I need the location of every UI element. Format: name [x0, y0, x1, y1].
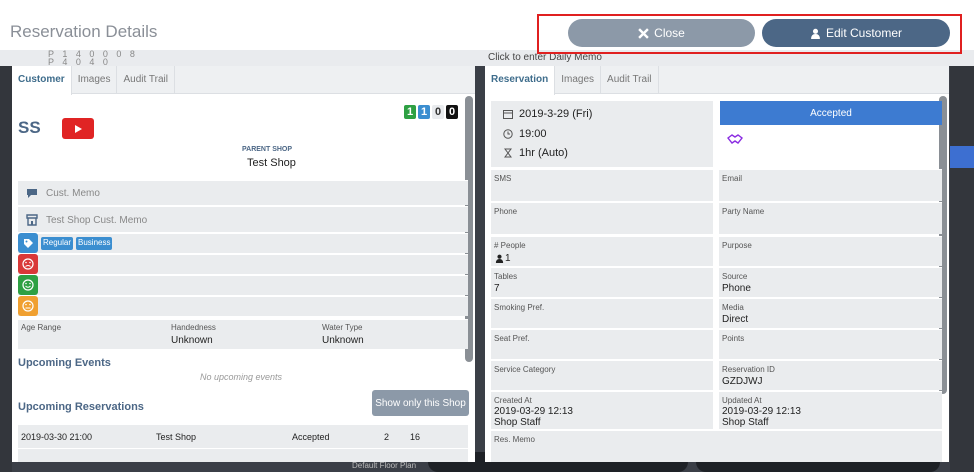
- reservation-status: Accepted: [292, 432, 330, 442]
- reservation-shop: Test Shop: [156, 432, 197, 442]
- reservation-datetime-box[interactable]: 2019-3-29 (Fri) 19:00 1hr (Auto): [491, 101, 713, 167]
- table-row: [18, 448, 468, 462]
- attributes-row: Age Range Handedness Unknown Water Type …: [18, 319, 468, 349]
- tab-reservation[interactable]: Reservation: [485, 66, 556, 95]
- status-button[interactable]: Accepted: [720, 101, 942, 125]
- table-row[interactable]: 2019-03-30 21:00 Test Shop Accepted 2 16: [18, 424, 468, 448]
- upcoming-events-title: Upcoming Events: [18, 357, 111, 369]
- phone-field[interactable]: Phone: [491, 202, 713, 234]
- show-only-shop-button[interactable]: Show only this Shop: [372, 390, 469, 416]
- speech-bubble-icon: [27, 189, 37, 198]
- close-button-label: Close: [654, 26, 685, 40]
- tag-business: Business: [76, 237, 113, 250]
- reservation-time: 19:00: [503, 128, 547, 140]
- email-field[interactable]: Email: [719, 169, 942, 201]
- counter-visits: 1: [404, 105, 416, 119]
- close-icon: [638, 27, 649, 39]
- tab-customer-images[interactable]: Images: [72, 66, 118, 93]
- happy-face-icon[interactable]: [18, 275, 38, 295]
- updated-at-field: Updated At 2019-03-29 12:13 Shop Staff: [719, 391, 942, 429]
- page-title: Reservation Details: [10, 22, 158, 41]
- customer-initials: SS: [18, 118, 41, 137]
- purpose-field[interactable]: Purpose: [719, 236, 942, 266]
- neutral-rating-row: [18, 296, 468, 316]
- play-icon: [75, 124, 82, 133]
- parent-shop-label: PARENT SHOP: [242, 146, 293, 153]
- bad-rating-row: [18, 254, 468, 274]
- neutral-face-icon[interactable]: [18, 296, 38, 316]
- reservation-datetime: 2019-03-30 21:00: [21, 432, 93, 442]
- reservation-duration: 1hr (Auto): [503, 147, 568, 159]
- tab-reservation-images[interactable]: Images: [555, 66, 602, 93]
- good-rating-row: [18, 275, 468, 295]
- background-mini-stats: P 1 4 0 0 0 8 P 4 0 4 0: [48, 49, 138, 67]
- seat-pref-field[interactable]: Seat Pref.: [491, 329, 713, 359]
- reservation-date: 2019-3-29 (Fri): [503, 108, 592, 120]
- media-field[interactable]: Media Direct: [719, 298, 942, 328]
- background-right-button: [950, 146, 974, 168]
- counter-cancellations: 0: [432, 105, 444, 119]
- clock-icon: [503, 129, 513, 139]
- youtube-button[interactable]: [62, 118, 94, 139]
- edit-customer-button[interactable]: Edit Customer: [762, 19, 950, 47]
- floor-plan-label: Default Floor Plan: [352, 461, 417, 470]
- sad-face-icon[interactable]: [18, 254, 38, 274]
- tab-customer[interactable]: Customer: [12, 66, 72, 95]
- created-at-field: Created At 2019-03-29 12:13 Shop Staff: [491, 391, 713, 429]
- user-icon: [811, 28, 820, 39]
- upcoming-reservations-table: 2019-03-30 21:00 Test Shop Accepted 2 16: [18, 424, 468, 462]
- tab-customer-audit-trail[interactable]: Audit Trail: [117, 66, 175, 93]
- water-type-value: Unknown: [322, 335, 364, 346]
- hourglass-icon: [504, 148, 512, 158]
- time-text: 19:00: [519, 128, 547, 140]
- parent-shop-name: Test Shop: [247, 157, 296, 169]
- person-icon: [495, 254, 504, 263]
- reservation-id-field: Reservation ID GZDJWJ: [719, 360, 942, 390]
- store-icon: [26, 214, 38, 226]
- handshake-icon[interactable]: [727, 133, 743, 145]
- modal-header: Reservation Details Close Edit Customer: [0, 0, 974, 54]
- res-memo-field[interactable]: Res. Memo: [491, 430, 942, 462]
- tag-icon: [18, 233, 38, 253]
- tables-field[interactable]: Tables 7: [491, 267, 713, 297]
- handedness-label: Handedness: [171, 323, 216, 332]
- shop-cust-memo-placeholder: Test Shop Cust. Memo: [46, 215, 148, 226]
- calendar-icon: [503, 110, 513, 119]
- smoking-pref-field[interactable]: Smoking Pref.: [491, 298, 713, 328]
- tab-reservation-audit-trail[interactable]: Audit Trail: [601, 66, 659, 93]
- party-name-field[interactable]: Party Name: [719, 202, 942, 234]
- reservation-people: 2: [384, 432, 390, 442]
- customer-tabs: Customer Images Audit Trail: [12, 66, 475, 95]
- age-range-label: Age Range: [21, 323, 62, 332]
- service-category-field[interactable]: Service Category: [491, 360, 713, 390]
- edit-customer-label: Edit Customer: [825, 26, 903, 40]
- background-right-column: [950, 66, 974, 472]
- handedness-value: Unknown: [171, 335, 213, 346]
- cust-memo-placeholder: Cust. Memo: [46, 188, 100, 199]
- no-events-text: No upcoming events: [200, 372, 283, 382]
- background-left-column: [0, 66, 12, 472]
- tag-regular: Regular: [41, 237, 74, 250]
- customer-panel: Customer Images Audit Trail SS 1 1 0 0 P…: [12, 66, 475, 462]
- visit-counters: 1 1 0 0: [404, 105, 458, 119]
- upcoming-reservations-title: Upcoming Reservations: [18, 401, 144, 413]
- reservation-panel: Reservation Images Audit Trail 2019-3-29…: [485, 66, 949, 462]
- counter-noshows: 0: [446, 105, 458, 119]
- reservation-table: 16: [410, 432, 421, 442]
- duration-text: 1hr (Auto): [519, 147, 568, 159]
- points-field[interactable]: Points: [719, 329, 942, 359]
- reservation-tabs: Reservation Images Audit Trail: [485, 66, 949, 95]
- close-button[interactable]: Close: [568, 19, 755, 47]
- sms-field[interactable]: SMS: [491, 169, 713, 201]
- counter-reservations: 1: [418, 105, 430, 119]
- source-field[interactable]: Source Phone: [719, 267, 942, 297]
- water-type-label: Water Type: [322, 323, 363, 332]
- shop-cust-memo-row[interactable]: Test Shop Cust. Memo: [18, 206, 468, 232]
- date-text: 2019-3-29 (Fri): [519, 108, 593, 120]
- cust-memo-row[interactable]: Cust. Memo: [18, 180, 468, 205]
- people-field[interactable]: # People 1: [491, 236, 713, 266]
